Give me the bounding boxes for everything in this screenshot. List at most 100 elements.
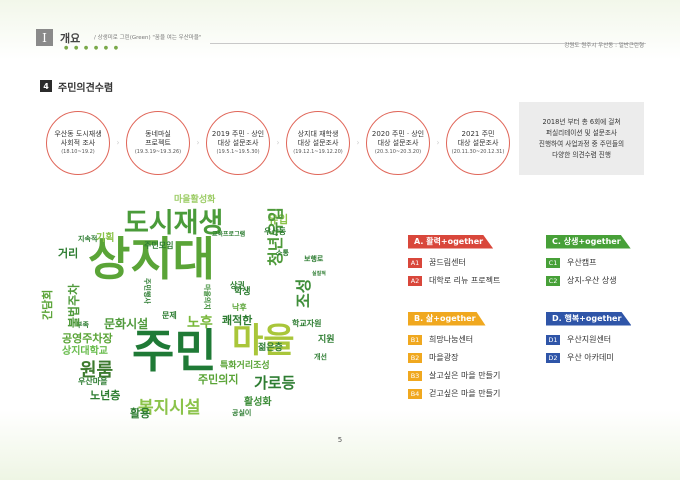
timeline-step: 우산동 도시재생 사회적 조사 (18.10~19.2) — [46, 111, 110, 175]
category-header: C. 상생+ogether — [546, 234, 631, 249]
word-cloud: 주민 상지대 마을 도시재생 복지시설 문화시설 노후 가로등 활용 활성화 원… — [36, 196, 356, 436]
timeline-step: 2020 주민ㆍ상인 대상 설문조사 (20.3.10~20.3.20) — [366, 111, 430, 175]
step-dates: (20.11.30~20.12.31) — [451, 149, 505, 155]
list-item: B1 희망나눔센터 — [408, 334, 500, 346]
list-item: A1 꿈드림센터 — [408, 257, 500, 269]
step-subtitle: 대상 설문조사 — [457, 139, 499, 147]
item-code: B3 — [408, 370, 422, 381]
item-label: 우산지원센터 — [567, 335, 612, 344]
cloud-word: 보행로 — [304, 255, 324, 263]
cloud-word: 노년층 — [90, 389, 121, 402]
cloud-word: 공영주차장 — [62, 332, 113, 345]
cloud-word: 학생 — [234, 287, 251, 297]
page-number: 5 — [337, 436, 343, 444]
cloud-word: 기획 — [96, 233, 115, 244]
list-item: D2 우산 아카데미 — [546, 352, 631, 364]
step-title: 2020 주민ㆍ상인 — [371, 130, 425, 138]
item-label: 희망나눔센터 — [429, 335, 474, 344]
cloud-word: 주민 — [132, 324, 217, 378]
list-item: C2 상지-우산 상생 — [546, 275, 631, 287]
cloud-word: 주민의지 — [198, 373, 239, 386]
item-code: C1 — [546, 257, 560, 268]
category-a: A. 활력+ogether A1 꿈드림센터 A2 대학로 리뉴 프로젝트 — [408, 229, 500, 293]
summary-line: 진행하여 사업과정 중 주민들의 — [538, 139, 625, 148]
step-title: 동네마실 — [145, 130, 171, 138]
cloud-word: 가로등 — [254, 374, 296, 392]
cloud-word: 지속적 — [78, 235, 98, 243]
step-dates: (19.3.19~19.3.26) — [134, 149, 182, 155]
timeline-arrow: › — [116, 138, 120, 147]
chapter-badge: I — [36, 29, 53, 46]
cloud-word: 활성화 — [244, 397, 272, 408]
item-label: 마을광장 — [429, 353, 459, 362]
step-dates: (19.5.1~19.5.30) — [216, 149, 260, 155]
timeline-step: 2021 주민 대상 설문조사 (20.11.30~20.12.31) — [446, 111, 510, 175]
cloud-word: 공실이 — [232, 409, 252, 417]
summary-box: 2018년 부터 총 6회에 걸쳐 퍼실리테이션 및 설문조사 진행하여 사업과… — [519, 102, 644, 175]
item-label: 우산캠프 — [567, 258, 597, 267]
header-dots: ● ● ● ● ● ● — [64, 45, 121, 51]
step-subtitle: 프로젝트 — [145, 139, 171, 147]
item-label: 대학로 리뉴 프로젝트 — [429, 276, 501, 285]
timeline-step: 동네마실 프로젝트 (19.3.19~19.3.26) — [126, 111, 190, 175]
cloud-word: 불법주차 — [67, 283, 81, 328]
summary-line: 다양한 의견수렴 진행 — [552, 150, 611, 159]
cloud-word: 노후 — [187, 315, 213, 331]
cloud-word: 우산마을 — [78, 377, 108, 386]
category-header: D. 행복+ogether — [546, 311, 632, 326]
section-title: 주민의견수렴 — [58, 83, 114, 94]
list-item: B4 걷고싶은 마을 만들기 — [408, 388, 500, 400]
category-header: B. 삶+ogether — [408, 311, 486, 326]
item-label: 우산 아카데미 — [567, 353, 614, 362]
item-label: 상지-우산 상생 — [567, 276, 617, 285]
item-code: D2 — [546, 352, 560, 363]
cloud-word: 조성 — [294, 278, 313, 308]
survey-timeline: 우산동 도시재생 사회적 조사 (18.10~19.2) › 동네마실 프로젝트… — [46, 111, 516, 175]
step-subtitle: 대상 설문조사 — [377, 139, 419, 147]
cloud-word: 낙후 — [232, 303, 247, 312]
cloud-word: 우산동 — [264, 227, 287, 236]
list-item: B3 살고싶은 마을 만들기 — [408, 370, 500, 382]
cloud-word: 활용 — [130, 407, 151, 420]
cloud-word: 젊은층 — [258, 343, 283, 353]
cloud-word: 쾌적한 — [222, 314, 253, 327]
item-label: 살고싶은 마을 만들기 — [429, 371, 501, 380]
cloud-word: 지원 — [318, 335, 335, 345]
header-background — [0, 0, 680, 60]
step-dates: (20.3.10~20.3.20) — [374, 149, 422, 155]
cloud-word: 도시재생 — [124, 208, 224, 239]
cloud-word: 문화시설 — [104, 317, 149, 331]
item-code: A1 — [408, 257, 422, 268]
cloud-word: 개선 — [314, 353, 327, 361]
timeline-arrow: › — [356, 138, 360, 147]
list-item: D1 우산지원센터 — [546, 334, 631, 346]
item-code: A2 — [408, 275, 422, 286]
cloud-word: 상지대학교 — [62, 346, 108, 357]
timeline-arrow: › — [196, 138, 200, 147]
category-b: B. 삶+ogether B1 희망나눔센터 B2 마을광장 B3 살고싶은 마… — [408, 306, 500, 406]
cloud-word: 실질적 — [312, 271, 326, 277]
item-code: B1 — [408, 334, 422, 345]
section-number: 4 — [40, 80, 52, 92]
cloud-word: 주민모임 — [144, 241, 174, 250]
step-title: 2021 주민 — [461, 130, 495, 138]
cloud-word: 거리 — [58, 247, 79, 260]
cloud-word: 간담회 — [41, 289, 54, 320]
cloud-word: 교육프로그램 — [212, 231, 246, 238]
category-header: A. 활력+ogether — [408, 234, 494, 249]
list-item: B2 마을광장 — [408, 352, 500, 364]
timeline-arrow: › — [436, 138, 440, 147]
chapter-subtitle: / 상생미로 그린(Green) "꿈을 여는 우산마을" — [94, 35, 202, 41]
list-item: C1 우산캠프 — [546, 257, 631, 269]
step-title: 2019 주민ㆍ상인 — [211, 130, 265, 138]
timeline-arrow: › — [276, 138, 280, 147]
item-code: B2 — [408, 352, 422, 363]
timeline-step: 2019 주민ㆍ상인 대상 설문조사 (19.5.1~19.5.30) — [206, 111, 270, 175]
step-dates: (18.10~19.2) — [61, 149, 95, 155]
item-code: C2 — [546, 275, 560, 286]
item-code: D1 — [546, 334, 560, 345]
summary-line: 퍼실리테이션 및 설문조사 — [546, 128, 617, 137]
step-title: 상지대 재학생 — [297, 130, 339, 138]
cloud-word: 학교자원 — [292, 319, 322, 328]
list-item: A2 대학로 리뉴 프로젝트 — [408, 275, 500, 287]
